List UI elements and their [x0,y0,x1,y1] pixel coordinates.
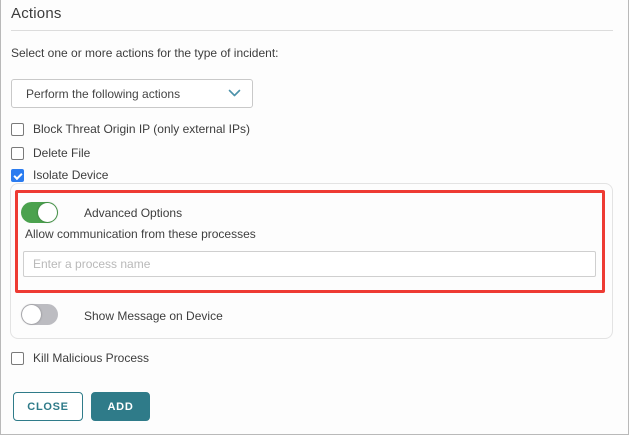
allow-communication-label: Allow communication from these processes [25,227,256,241]
advanced-options-toggle[interactable] [21,202,58,223]
checkbox-row: Isolate Device [11,167,108,183]
checkbox-label: Delete File [33,146,90,160]
title-divider [11,30,613,31]
block-threat-origin-ip-checkbox[interactable] [11,123,24,136]
delete-file-checkbox[interactable] [11,147,24,160]
toggle-knob [38,203,57,222]
isolate-device-checkbox[interactable] [11,169,24,182]
actions-type-dropdown[interactable]: Perform the following actions [11,79,253,108]
checkbox-label: Block Threat Origin IP (only external IP… [33,122,250,136]
actions-panel: Actions Select one or more actions for t… [0,0,629,435]
dropdown-selected-value: Perform the following actions [26,87,180,101]
process-name-input[interactable] [23,251,596,277]
show-message-label: Show Message on Device [84,309,223,323]
incident-instruction-label: Select one or more actions for the type … [11,46,278,60]
close-button[interactable]: CLOSE [13,392,83,421]
checkbox-row: Kill Malicious Process [11,350,149,366]
checkbox-label: Isolate Device [33,168,108,182]
chevron-down-icon [228,89,241,98]
show-message-toggle[interactable] [21,304,58,325]
kill-malicious-process-checkbox[interactable] [11,352,24,365]
add-button[interactable]: ADD [91,392,150,421]
checkbox-row: Delete File [11,145,90,161]
toggle-knob [22,305,41,324]
page-title: Actions [11,5,62,22]
advanced-options-label: Advanced Options [84,206,182,220]
checkbox-row: Block Threat Origin IP (only external IP… [11,121,250,137]
checkbox-label: Kill Malicious Process [33,351,149,365]
